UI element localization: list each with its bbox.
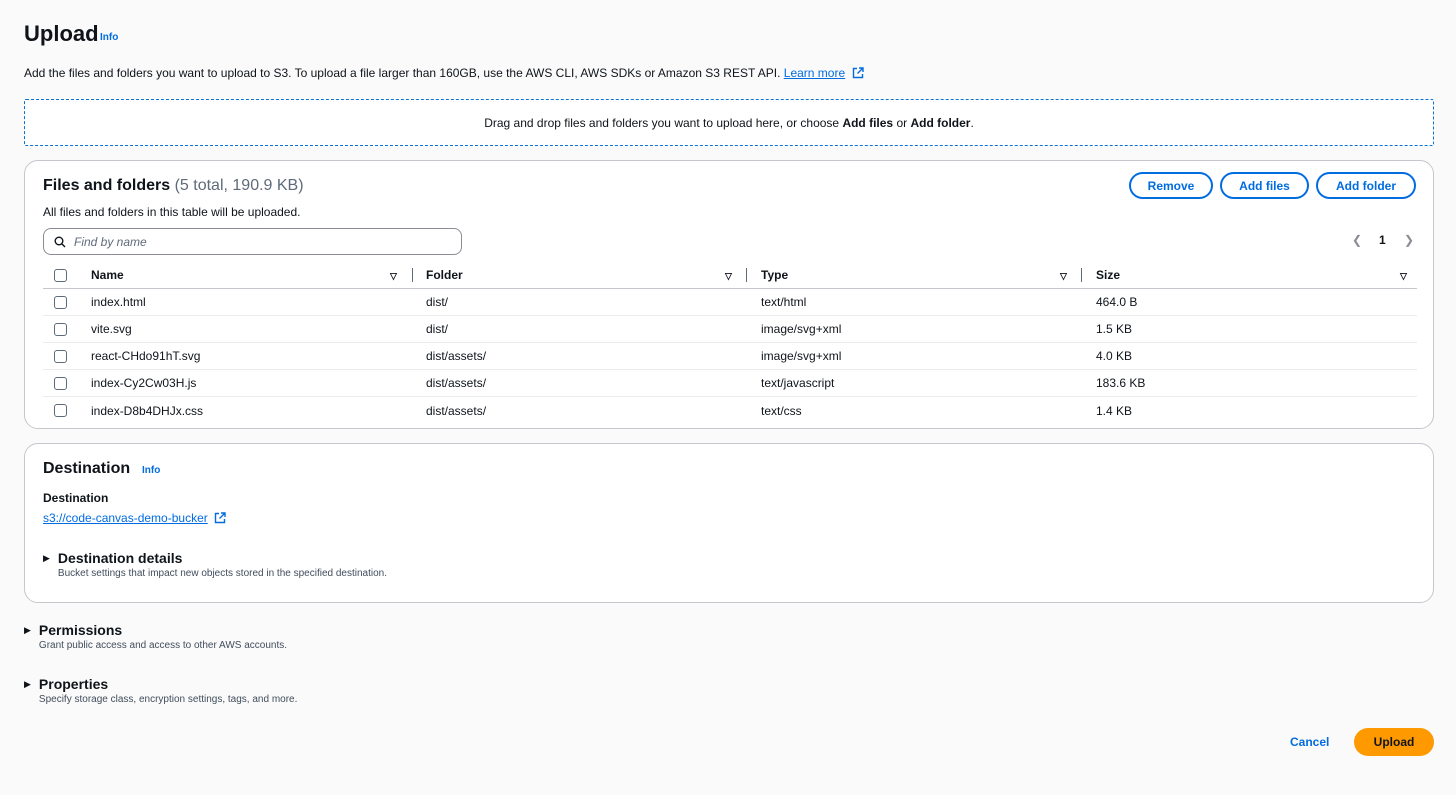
column-resizer[interactable] xyxy=(412,268,413,282)
file-type: text/javascript xyxy=(761,376,835,390)
file-folder: dist/ xyxy=(426,322,449,336)
remove-button[interactable]: Remove xyxy=(1129,172,1213,199)
file-folder: dist/assets/ xyxy=(426,403,487,418)
file-type: image/svg+xml xyxy=(761,349,842,363)
file-folder: dist/assets/ xyxy=(426,376,487,390)
file-size: 1.4 KB xyxy=(1096,403,1133,418)
file-name: index-Cy2Cw03H.js xyxy=(91,376,197,390)
column-header-name[interactable]: Name xyxy=(91,262,124,288)
permissions-toggle[interactable]: ▶ Permissions Grant public access and ac… xyxy=(24,622,287,653)
file-name: index.html xyxy=(91,295,146,309)
column-header-type[interactable]: Type xyxy=(761,262,788,288)
column-header-folder[interactable]: Folder xyxy=(426,262,463,288)
caret-right-icon: ▶ xyxy=(43,553,50,563)
dropzone-text: Drag and drop files and folders you want… xyxy=(484,115,843,130)
column-resizer[interactable] xyxy=(1081,268,1082,282)
table-header-row: Name ▽ Folder ▽ Type ▽ Size ▽ xyxy=(43,262,1417,289)
file-type: text/css xyxy=(761,403,802,418)
next-page-icon[interactable]: ❯ xyxy=(1404,233,1414,247)
add-files-button[interactable]: Add files xyxy=(1220,172,1309,199)
row-checkbox[interactable] xyxy=(54,322,67,336)
destination-details-toggle[interactable]: ▶ Destination details Bucket settings th… xyxy=(43,550,387,581)
sort-icon[interactable]: ▽ xyxy=(725,271,732,282)
select-all-checkbox[interactable] xyxy=(54,268,67,282)
learn-more-link[interactable]: Learn more xyxy=(784,66,845,80)
table-row[interactable]: index.html dist/ text/html 464.0 B xyxy=(43,289,1417,316)
sort-icon[interactable]: ▽ xyxy=(390,271,397,282)
file-type: text/html xyxy=(761,295,807,309)
external-link-icon xyxy=(214,512,226,524)
dropzone-add-files-text: Add files xyxy=(842,115,894,130)
destination-label: Destination xyxy=(43,491,109,505)
row-checkbox[interactable] xyxy=(54,349,67,363)
table-row[interactable]: vite.svg dist/ image/svg+xml 1.5 KB xyxy=(43,316,1417,343)
file-size: 183.6 KB xyxy=(1096,376,1146,390)
column-header-size[interactable]: Size xyxy=(1096,262,1120,288)
files-heading: Files and folders (5 total, 190.9 KB) xyxy=(43,176,304,196)
page-title: Upload xyxy=(24,21,99,46)
caret-right-icon: ▶ xyxy=(24,679,31,689)
search-icon xyxy=(54,236,66,247)
file-folder: dist/assets/ xyxy=(426,349,487,363)
file-name: react-CHdo91hT.svg xyxy=(91,349,201,363)
destination-details-desc: Bucket settings that impact new objects … xyxy=(57,568,387,579)
page-description: Add the files and folders you want to up… xyxy=(24,65,864,81)
file-size: 4.0 KB xyxy=(1096,349,1133,363)
table-row[interactable]: react-CHdo91hT.svg dist/assets/ image/sv… xyxy=(43,343,1417,370)
destination-details-title: Destination details xyxy=(57,550,183,566)
search-input[interactable] xyxy=(74,234,434,249)
properties-title: Properties xyxy=(38,676,109,692)
file-size: 1.5 KB xyxy=(1096,322,1133,336)
sort-icon[interactable]: ▽ xyxy=(1060,271,1067,282)
files-count: (5 total, 190.9 KB) xyxy=(174,177,304,194)
destination-url-wrapper: s3://code-canvas-demo-bucker xyxy=(43,511,226,525)
destination-info-link[interactable]: Info xyxy=(142,465,160,476)
row-checkbox[interactable] xyxy=(54,295,67,309)
upload-button[interactable]: Upload xyxy=(1354,728,1434,756)
dropzone-or-text: or xyxy=(893,115,911,130)
destination-url-link[interactable]: s3://code-canvas-demo-bucker xyxy=(43,511,208,525)
file-name: index-D8b4DHJx.css xyxy=(91,403,204,418)
file-folder: dist/ xyxy=(426,295,449,309)
cancel-button[interactable]: Cancel xyxy=(1290,735,1329,749)
add-folder-button[interactable]: Add folder xyxy=(1316,172,1416,199)
file-name: vite.svg xyxy=(91,322,132,336)
destination-heading: Destination xyxy=(43,460,131,477)
table-row[interactable]: index-Cy2Cw03H.js dist/assets/ text/java… xyxy=(43,370,1417,397)
files-subtext: All files and folders in this table will… xyxy=(43,205,301,219)
file-size: 464.0 B xyxy=(1096,295,1138,309)
permissions-desc: Grant public access and access to other … xyxy=(38,640,288,651)
search-field[interactable] xyxy=(43,228,462,255)
permissions-title: Permissions xyxy=(38,622,123,638)
caret-right-icon: ▶ xyxy=(24,625,31,635)
description-text: Add the files and folders you want to up… xyxy=(24,66,781,80)
previous-page-icon[interactable]: ❮ xyxy=(1352,233,1362,247)
upload-dropzone[interactable]: Drag and drop files and folders you want… xyxy=(24,99,1434,146)
sort-icon[interactable]: ▽ xyxy=(1400,271,1407,282)
info-link[interactable]: Info xyxy=(100,32,118,43)
file-type: image/svg+xml xyxy=(761,322,842,336)
files-and-folders-panel: Files and folders (5 total, 190.9 KB) Al… xyxy=(24,160,1434,429)
row-checkbox[interactable] xyxy=(54,404,67,417)
properties-desc: Specify storage class, encryption settin… xyxy=(38,694,298,705)
table-row[interactable]: index-D8b4DHJx.css dist/assets/ text/css… xyxy=(43,397,1417,424)
files-heading-title: Files and folders xyxy=(43,177,171,194)
dropzone-period: . xyxy=(970,115,974,130)
properties-toggle[interactable]: ▶ Properties Specify storage class, encr… xyxy=(24,676,297,707)
external-link-icon xyxy=(852,67,864,79)
destination-panel: Destination Info Destination s3://code-c… xyxy=(24,443,1434,603)
page-number[interactable]: 1 xyxy=(1379,233,1386,247)
files-table: Name ▽ Folder ▽ Type ▽ Size ▽ index.html… xyxy=(43,262,1417,424)
column-resizer[interactable] xyxy=(746,268,747,282)
row-checkbox[interactable] xyxy=(54,376,67,390)
dropzone-add-folder-text: Add folder xyxy=(910,115,971,130)
